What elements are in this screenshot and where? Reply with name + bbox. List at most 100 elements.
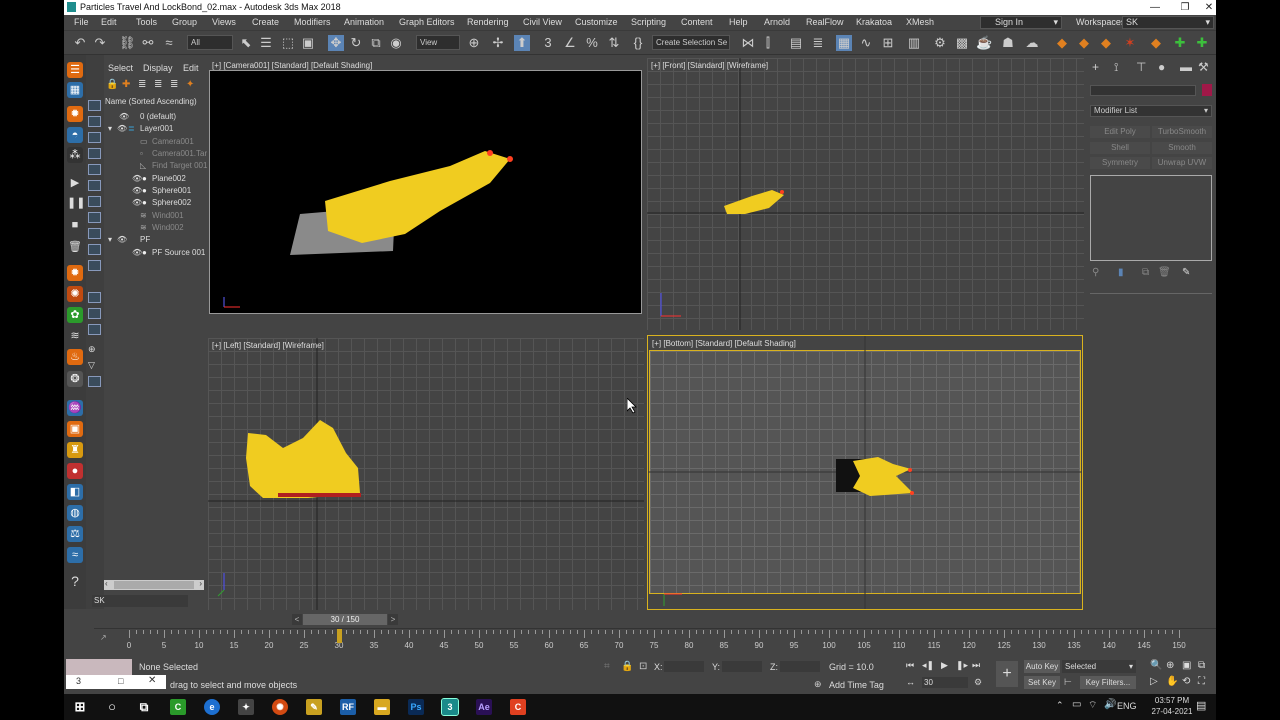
modifier-stack[interactable] bbox=[1090, 175, 1212, 261]
scale-icon[interactable]: ⚖ bbox=[67, 526, 83, 542]
workspace-selector[interactable]: SK bbox=[92, 595, 188, 607]
tray-chevron-icon[interactable]: ⌃ bbox=[1056, 700, 1064, 711]
filter-containers-icon[interactable] bbox=[88, 244, 101, 255]
filter-all-icon[interactable] bbox=[88, 308, 101, 319]
select-object-icon[interactable]: ⬉ bbox=[238, 35, 254, 51]
eye-icon[interactable]: 👁 bbox=[132, 185, 142, 197]
options-icon[interactable] bbox=[88, 376, 101, 387]
select-by-name-icon[interactable]: ☰ bbox=[258, 35, 274, 51]
schematic-view-icon[interactable]: ⊞ bbox=[880, 35, 896, 51]
zoom-all-icon[interactable]: ⊕ bbox=[1166, 660, 1174, 671]
browser-icon[interactable]: e bbox=[204, 699, 220, 715]
file-explorer-icon[interactable]: ▬ bbox=[374, 699, 390, 715]
network-icon[interactable]: ▭ bbox=[1072, 699, 1081, 710]
app-icon[interactable]: ✦ bbox=[238, 699, 254, 715]
create-selection-set-select[interactable]: Create Selection Se bbox=[652, 35, 730, 50]
mirror-icon[interactable]: ⋈ bbox=[740, 35, 756, 51]
add-time-tag[interactable]: Add Time Tag bbox=[829, 680, 884, 690]
set-key-button[interactable]: Set Key bbox=[1024, 676, 1060, 689]
menu-group[interactable]: Group bbox=[172, 17, 197, 27]
scroll-right-icon[interactable]: › bbox=[199, 579, 202, 588]
filter-bones-icon[interactable] bbox=[88, 228, 101, 239]
pivot-center-icon[interactable]: ⊕ bbox=[466, 35, 482, 51]
next-frame-icon[interactable]: ❚▸ bbox=[956, 660, 968, 671]
explorer-column-header[interactable]: Name (Sorted Ascending) bbox=[105, 97, 197, 106]
current-frame-field[interactable]: 30 bbox=[922, 677, 968, 688]
lock-icon[interactable]: 🔒 bbox=[106, 79, 118, 90]
eye-icon[interactable]: 👁 bbox=[117, 234, 127, 246]
tornado-icon[interactable]: ❂ bbox=[67, 371, 83, 387]
isolate-icon[interactable]: ⌗ bbox=[604, 661, 610, 672]
orbit-icon[interactable]: ⟲ bbox=[1182, 676, 1190, 687]
water-icon[interactable]: ♒ bbox=[67, 400, 83, 416]
menu-rendering[interactable]: Rendering bbox=[467, 17, 509, 27]
select-and-place-icon[interactable]: ◉ bbox=[388, 35, 404, 51]
krakatoa-loader-icon[interactable]: ◆ bbox=[1098, 35, 1114, 51]
list-item[interactable]: ▭ Camera001 bbox=[104, 136, 204, 148]
recorder-icon[interactable]: C bbox=[510, 699, 526, 715]
wave-icon[interactable]: ≈ bbox=[67, 547, 83, 563]
filter-xrefs-icon[interactable] bbox=[88, 212, 101, 223]
trash-icon[interactable]: 🗑 bbox=[67, 239, 83, 255]
trackbar-time-cursor[interactable] bbox=[337, 629, 342, 643]
fire-icon[interactable]: ✹ bbox=[67, 106, 83, 122]
search-icon[interactable]: ○ bbox=[104, 699, 120, 715]
rect-selection-icon[interactable]: ⬚ bbox=[280, 35, 296, 51]
menu-views[interactable]: Views bbox=[212, 17, 236, 27]
leaf-icon[interactable]: ✿ bbox=[67, 307, 83, 323]
toggle-layer-explorer-icon[interactable]: ≣ bbox=[810, 35, 826, 51]
filter-hidden-icon[interactable] bbox=[88, 292, 101, 303]
bucket-icon[interactable]: ♜ bbox=[67, 442, 83, 458]
time-config-icon[interactable]: ↔ bbox=[906, 677, 915, 687]
create-tab-icon[interactable]: + bbox=[1092, 60, 1099, 74]
keyboard-shortcut-override-icon[interactable]: ⬆ bbox=[514, 35, 530, 51]
volume-icon[interactable]: 🔊 bbox=[1104, 699, 1116, 710]
menu-content[interactable]: Content bbox=[681, 17, 713, 27]
menu-realflow[interactable]: RealFlow bbox=[806, 17, 844, 27]
xmesh-icon[interactable]: ◆ bbox=[1148, 35, 1164, 51]
clock-time[interactable]: 03:57 PM bbox=[1152, 696, 1192, 705]
redo-icon[interactable]: ↷ bbox=[92, 35, 108, 51]
sign-in-dropdown[interactable]: Sign In ▾ bbox=[980, 16, 1062, 29]
menu-edit[interactable]: Edit bbox=[101, 17, 117, 27]
viewport-label[interactable]: [+] [Left] [Standard] [Wireframe] bbox=[212, 341, 324, 350]
list-item[interactable]: ▾ 👁 PF bbox=[104, 234, 204, 246]
prev-frame-button[interactable]: < bbox=[292, 614, 302, 625]
filter-lights-icon[interactable] bbox=[88, 132, 101, 143]
tab-display[interactable]: Display bbox=[143, 63, 173, 73]
swirl-icon[interactable]: ✺ bbox=[67, 286, 83, 302]
bind-spacewarp-icon[interactable]: ≈ bbox=[161, 35, 177, 51]
menu-customize[interactable]: Customize bbox=[575, 17, 618, 27]
minimize-button[interactable]: — bbox=[1140, 0, 1170, 15]
smooth-button[interactable]: Smooth bbox=[1152, 142, 1212, 154]
layers-remove-icon[interactable]: ≣ bbox=[170, 79, 178, 90]
percent-snap-icon[interactable]: % bbox=[584, 35, 600, 51]
scrollbar-thumb[interactable] bbox=[114, 581, 194, 589]
filter-geometry-icon[interactable] bbox=[88, 100, 101, 111]
align-icon[interactable]: ⫿ bbox=[760, 35, 776, 51]
trackbar[interactable]: ↗ 0 5 10 15 20 25 30 35 40 45 50 55 60 65 70 75 80 85 90 95… bbox=[94, 628, 1216, 656]
menu-tools[interactable]: Tools bbox=[136, 17, 157, 27]
make-unique-icon[interactable]: ⧉ bbox=[1142, 267, 1149, 278]
go-to-start-icon[interactable]: ⏮ bbox=[906, 660, 914, 671]
wind-icon[interactable]: ≋ bbox=[67, 328, 83, 344]
material-editor-icon[interactable]: ▥ bbox=[906, 35, 922, 51]
link-icon[interactable]: ⛓ bbox=[119, 35, 136, 51]
list-item[interactable]: 👁 0 (default) bbox=[104, 111, 204, 123]
menu-krakatoa[interactable]: Krakatoa bbox=[856, 17, 892, 27]
stop-icon[interactable]: ■ bbox=[67, 217, 83, 233]
viewport-label[interactable]: [+] [Camera001] [Standard] [Default Shad… bbox=[212, 61, 372, 70]
toggle-scene-explorer-icon[interactable]: ▤ bbox=[788, 35, 804, 51]
listener-icon[interactable]: 3 bbox=[76, 676, 81, 686]
previous-frame-icon[interactable]: ◂❚ bbox=[922, 660, 934, 671]
filter-helpers-icon[interactable] bbox=[88, 164, 101, 175]
xmesh-saver-icon[interactable]: ✚ bbox=[1172, 35, 1188, 51]
z-coordinate-field[interactable] bbox=[780, 661, 820, 672]
key-selection-set-dropdown[interactable]: Selected ▾ bbox=[1062, 660, 1136, 673]
render-in-cloud-icon[interactable]: ☁ bbox=[1024, 35, 1040, 51]
windows-start-icon[interactable]: ⊞ bbox=[72, 699, 88, 715]
viewport-label[interactable]: [+] [Front] [Standard] [Wireframe] bbox=[651, 61, 768, 70]
play-icon[interactable]: ▶ bbox=[941, 660, 948, 671]
realflow-taskbar-icon[interactable]: RF bbox=[340, 699, 356, 715]
globe-icon[interactable]: ◍ bbox=[67, 505, 83, 521]
